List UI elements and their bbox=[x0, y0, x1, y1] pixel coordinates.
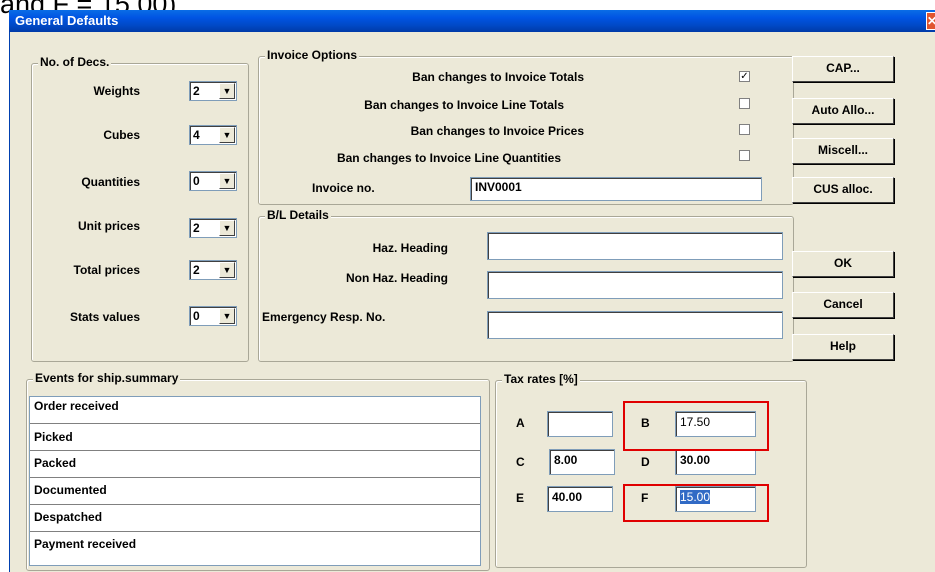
tax-e-input[interactable]: 40.00 bbox=[547, 486, 613, 512]
chevron-down-icon[interactable]: ▼ bbox=[219, 262, 235, 278]
close-icon[interactable]: ✕ bbox=[926, 12, 935, 30]
bl-details-title: B/L Details bbox=[265, 208, 331, 222]
invoice-options-title: Invoice Options bbox=[265, 48, 360, 62]
chevron-down-icon[interactable]: ▼ bbox=[219, 173, 235, 189]
tax-d-input[interactable]: 30.00 bbox=[675, 449, 756, 475]
cubes-combo[interactable]: 4 ▼ bbox=[189, 125, 237, 145]
chevron-down-icon[interactable]: ▼ bbox=[219, 127, 235, 143]
unit-prices-value: 2 bbox=[193, 221, 200, 235]
window-title-bar: General Defaults bbox=[9, 10, 935, 32]
weights-value: 2 bbox=[193, 84, 200, 98]
checkbox-invoice-line-quantities[interactable] bbox=[739, 150, 750, 161]
decimals-label-stats-values: Stats values bbox=[69, 310, 140, 324]
auto-allo-button[interactable]: Auto Allo... bbox=[792, 98, 894, 124]
list-item[interactable]: Payment received bbox=[30, 532, 480, 559]
total-prices-value: 2 bbox=[193, 263, 200, 277]
non-haz-heading-label: Non Haz. Heading bbox=[345, 271, 448, 285]
checkbox-invoice-totals[interactable]: ✓ bbox=[739, 71, 750, 82]
invoice-no-input[interactable]: INV0001 bbox=[470, 177, 762, 201]
decimals-label-unit-prices: Unit prices bbox=[77, 219, 140, 233]
tax-label-a: A bbox=[516, 416, 525, 430]
weights-combo[interactable]: 2 ▼ bbox=[189, 81, 237, 101]
cus-alloc-button[interactable]: CUS alloc. bbox=[792, 177, 894, 203]
decimals-label-weights: Weights bbox=[93, 84, 140, 98]
tax-rates-title: Tax rates [%] bbox=[502, 372, 580, 386]
list-item[interactable]: Picked bbox=[30, 424, 480, 451]
emergency-resp-label: Emergency Resp. No. bbox=[262, 310, 386, 324]
list-item[interactable]: Order received bbox=[30, 397, 480, 424]
list-item[interactable]: Packed bbox=[30, 451, 480, 478]
unit-prices-combo[interactable]: 2 ▼ bbox=[189, 218, 237, 238]
emergency-resp-input[interactable] bbox=[487, 311, 783, 339]
stats-values-combo[interactable]: 0 ▼ bbox=[189, 306, 237, 326]
chevron-down-icon[interactable]: ▼ bbox=[219, 220, 235, 236]
non-haz-heading-input[interactable] bbox=[487, 271, 783, 299]
checkbox-invoice-line-totals[interactable] bbox=[739, 98, 750, 109]
decimals-label-cubes: Cubes bbox=[103, 128, 140, 142]
decimals-label-total-prices: Total prices bbox=[73, 263, 140, 277]
haz-heading-label: Haz. Heading bbox=[372, 241, 448, 255]
chevron-down-icon[interactable]: ▼ bbox=[219, 83, 235, 99]
check-label-invoice-totals: Ban changes to Invoice Totals bbox=[412, 70, 584, 84]
decimals-label-quantities: Quantities bbox=[81, 175, 140, 189]
window-title: General Defaults bbox=[15, 13, 119, 28]
cancel-button[interactable]: Cancel bbox=[792, 292, 894, 318]
events-list[interactable]: Order received Picked Packed Documented … bbox=[29, 396, 481, 566]
quantities-value: 0 bbox=[193, 174, 200, 188]
tax-label-e: E bbox=[516, 491, 525, 505]
checkbox-invoice-prices[interactable] bbox=[739, 124, 750, 135]
chevron-down-icon[interactable]: ▼ bbox=[219, 308, 235, 324]
ok-button[interactable]: OK bbox=[792, 251, 894, 277]
quantities-combo[interactable]: 0 ▼ bbox=[189, 171, 237, 191]
miscell-button[interactable]: Miscell... bbox=[792, 138, 894, 164]
tax-c-input[interactable]: 8.00 bbox=[549, 449, 615, 475]
highlight-box-tax-f bbox=[623, 484, 769, 522]
decimals-group-title: No. of Decs. bbox=[38, 55, 112, 69]
highlight-box-tax-b bbox=[623, 401, 769, 451]
cubes-value: 4 bbox=[193, 128, 200, 142]
cap-button[interactable]: CAP... bbox=[792, 56, 894, 82]
list-item[interactable]: Documented bbox=[30, 478, 480, 505]
tax-label-d: D bbox=[641, 455, 650, 469]
tax-a-input[interactable] bbox=[547, 411, 613, 437]
events-group-title: Events for ship.summary bbox=[33, 371, 181, 385]
help-button[interactable]: Help bbox=[792, 334, 894, 360]
check-label-invoice-prices: Ban changes to Invoice Prices bbox=[410, 124, 584, 138]
check-label-invoice-line-quantities: Ban changes to Invoice Line Quantities bbox=[336, 151, 561, 165]
tax-label-c: C bbox=[516, 455, 525, 469]
checkmark-icon: ✓ bbox=[740, 71, 749, 82]
haz-heading-input[interactable] bbox=[487, 232, 783, 260]
stats-values-value: 0 bbox=[193, 309, 200, 323]
list-item[interactable]: Despatched bbox=[30, 505, 480, 532]
invoice-no-label: Invoice no. bbox=[312, 181, 375, 195]
check-label-invoice-line-totals: Ban changes to Invoice Line Totals bbox=[364, 98, 564, 112]
total-prices-combo[interactable]: 2 ▼ bbox=[189, 260, 237, 280]
